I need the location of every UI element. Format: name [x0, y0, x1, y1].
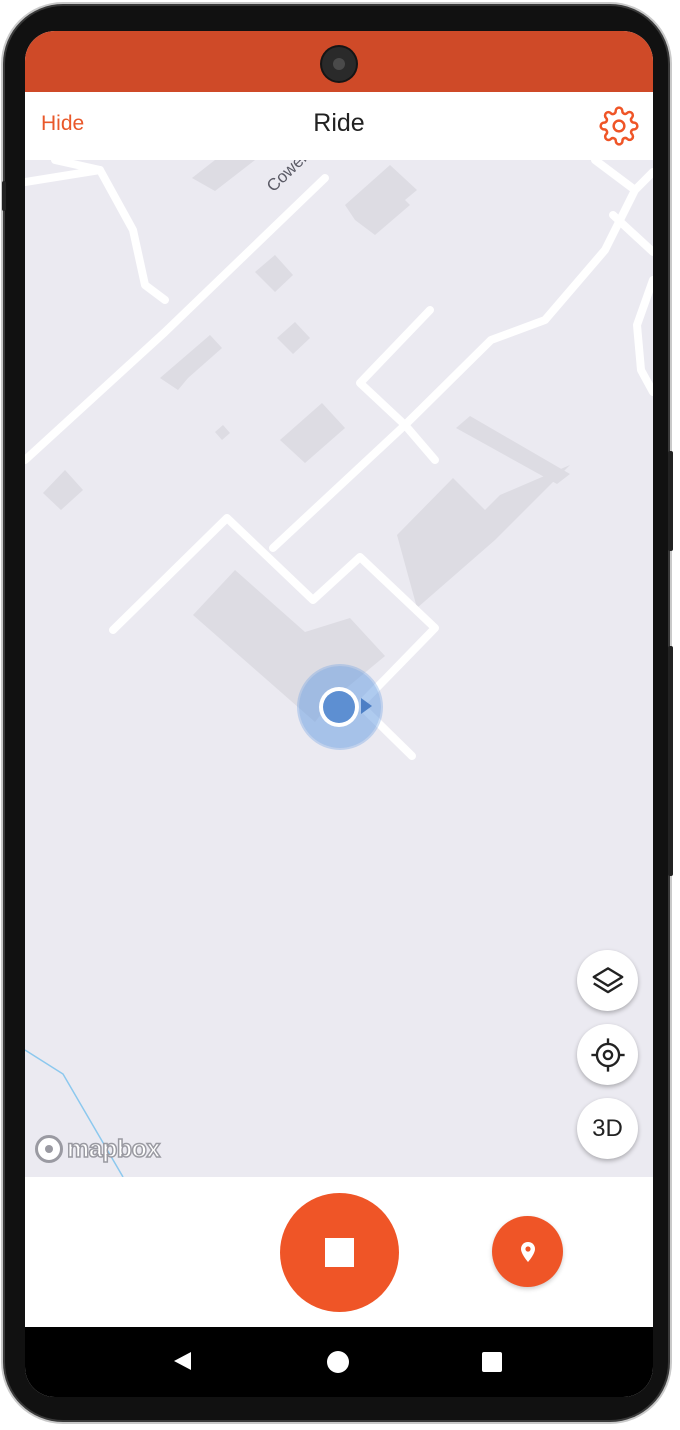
crosshair-icon — [590, 1037, 625, 1072]
mapbox-logo[interactable]: mapbox — [35, 1131, 161, 1167]
stop-ride-button[interactable] — [280, 1193, 399, 1312]
back-icon[interactable] — [174, 1352, 191, 1370]
ride-controls-panel — [25, 1177, 653, 1327]
app-screen: Hide Ride Cowell S 3D mapbox — [25, 31, 653, 1397]
layers-button[interactable] — [577, 950, 638, 1011]
recents-icon[interactable] — [482, 1352, 502, 1372]
front-camera — [322, 47, 356, 81]
power-button — [668, 451, 673, 551]
gear-icon[interactable] — [599, 106, 639, 146]
view-3d-label: 3D — [592, 1114, 623, 1142]
add-waypoint-button[interactable] — [492, 1216, 563, 1287]
map-buildings — [43, 160, 570, 722]
volume-button — [668, 646, 673, 876]
home-icon[interactable] — [327, 1351, 349, 1373]
status-bar — [25, 31, 653, 92]
view-3d-button[interactable]: 3D — [577, 1098, 638, 1159]
map-view[interactable]: Cowell S 3D mapbox — [25, 160, 653, 1177]
stop-icon — [325, 1238, 354, 1267]
layers-icon — [592, 966, 623, 993]
mapbox-wordmark: mapbox — [66, 1134, 161, 1164]
location-puck-icon — [323, 691, 355, 723]
recenter-button[interactable] — [577, 1024, 638, 1085]
page-title: Ride — [313, 109, 365, 137]
side-key — [2, 181, 6, 211]
heading-arrow-icon — [361, 698, 372, 714]
map-pin-icon — [520, 1241, 535, 1262]
system-navigation-bar — [25, 1327, 653, 1397]
top-navigation-bar: Hide Ride — [25, 92, 653, 160]
mapbox-logo-icon — [35, 1135, 63, 1163]
